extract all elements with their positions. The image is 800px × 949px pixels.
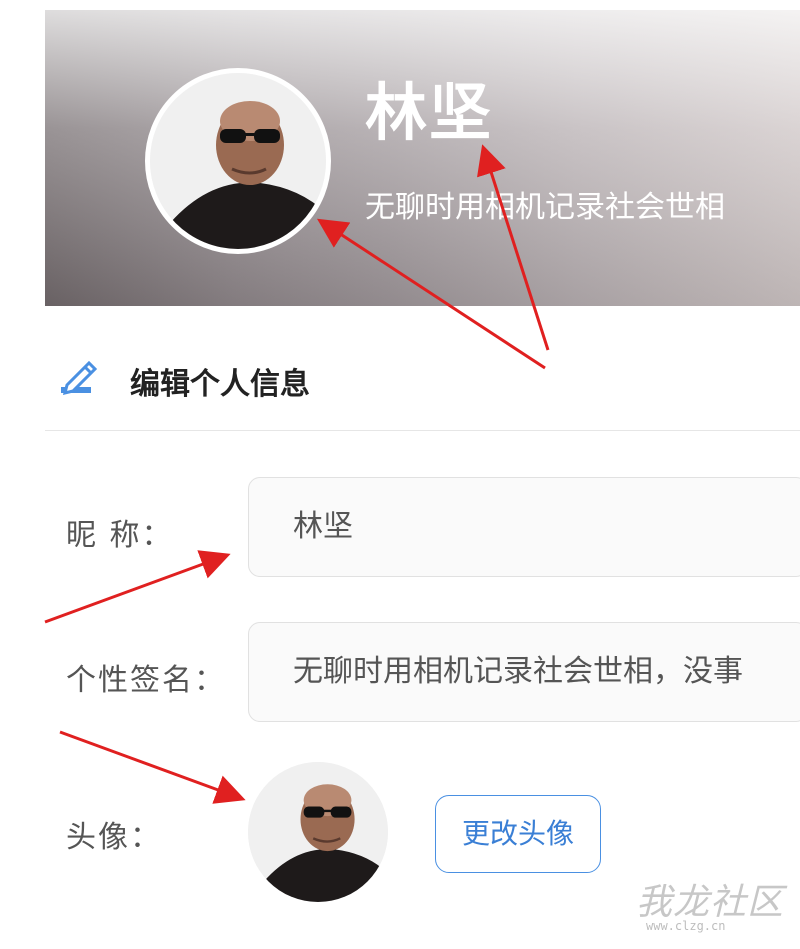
profile-banner: 林坚 无聊时用相机记录社会世相 <box>45 10 800 306</box>
section-title: 编辑个人信息 <box>130 367 310 402</box>
watermark: 我龙社区 www.clzg.cn <box>636 873 788 943</box>
profile-name: 林坚 <box>365 76 494 149</box>
avatar-photo <box>150 73 326 249</box>
nickname-input[interactable]: 林坚 <box>248 477 800 577</box>
section-header: 编辑个人信息 <box>45 345 800 431</box>
nickname-label: 昵 称： <box>66 518 174 553</box>
edit-pencil-icon <box>61 360 98 396</box>
signature-label: 个性签名： <box>66 663 226 698</box>
avatar-preview <box>248 762 388 902</box>
avatar-photo <box>248 762 388 902</box>
watermark-url: www.clzg.cn <box>646 919 726 933</box>
change-avatar-button[interactable]: 更改头像 <box>435 795 601 873</box>
watermark-text: 我龙社区 <box>636 882 785 923</box>
avatar-label: 头像： <box>66 820 162 855</box>
profile-avatar <box>145 68 331 254</box>
profile-signature: 无聊时用相机记录社会世相 <box>365 190 725 225</box>
arrow-to-avatar <box>59 730 246 804</box>
arrow-to-nickname <box>44 550 231 624</box>
signature-input[interactable]: 无聊时用相机记录社会世相，没事 <box>248 622 800 722</box>
